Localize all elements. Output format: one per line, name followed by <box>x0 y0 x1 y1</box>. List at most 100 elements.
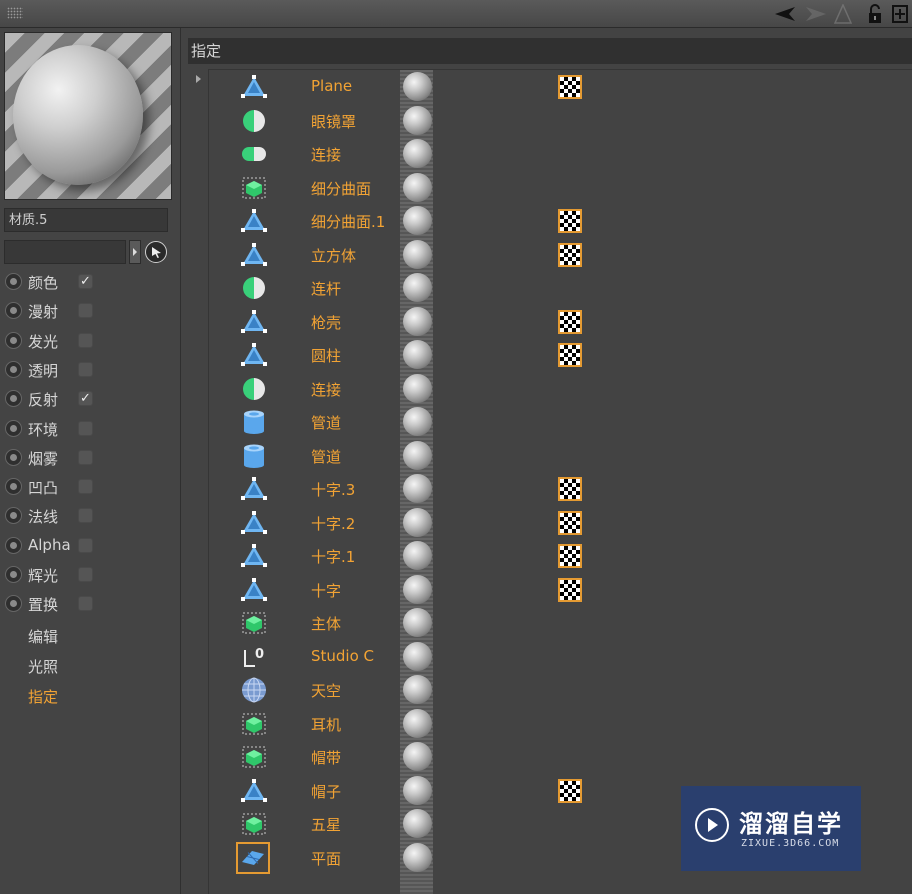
navigate-back-icon[interactable] <box>772 4 798 24</box>
channel-row[interactable]: 辉光 <box>4 563 180 587</box>
channel-checkbox[interactable] <box>78 508 93 524</box>
channel-row[interactable]: 反射 ✓ <box>4 387 180 411</box>
material-tag-icon[interactable] <box>401 338 434 371</box>
object-row[interactable]: 眼镜罩 <box>219 104 909 137</box>
new-panel-icon[interactable] <box>892 4 908 24</box>
material-tag-icon[interactable] <box>401 606 434 639</box>
object-name[interactable]: 管道 <box>311 412 341 433</box>
channel-row[interactable]: 发光 <box>4 329 180 353</box>
material-name-field[interactable]: 材质.5 <box>4 208 168 232</box>
channel-checkbox[interactable] <box>78 449 93 465</box>
object-row[interactable]: 细分曲面 <box>219 171 909 204</box>
object-name[interactable]: 管道 <box>311 446 341 467</box>
object-name[interactable]: 十字.1 <box>311 546 355 567</box>
object-name[interactable]: 天空 <box>311 680 341 701</box>
object-row[interactable]: 十字.2 <box>219 506 909 539</box>
texture-tag-icon[interactable] <box>558 309 582 334</box>
pick-cursor-icon[interactable] <box>145 241 167 263</box>
object-row[interactable]: Plane <box>219 70 909 103</box>
channel-radio-icon[interactable] <box>5 302 22 320</box>
material-tag-icon[interactable] <box>401 305 434 338</box>
channel-radio-icon[interactable] <box>5 273 22 290</box>
channel-radio-icon[interactable] <box>5 331 22 349</box>
channel-row[interactable]: 烟雾 <box>4 446 180 470</box>
object-name[interactable]: Plane <box>311 77 352 95</box>
material-tag-icon[interactable] <box>401 405 434 438</box>
object-row[interactable]: 十字 <box>219 573 909 606</box>
object-row[interactable]: 管道 <box>219 439 909 472</box>
object-row[interactable]: 枪壳 <box>219 305 909 338</box>
navigate-forward-icon[interactable] <box>800 4 830 24</box>
object-row[interactable]: 管道 <box>219 405 909 438</box>
object-name[interactable]: 十字 <box>311 580 341 601</box>
channel-row[interactable]: 漫射 <box>4 299 180 323</box>
expand-arrow-icon[interactable] <box>196 75 201 83</box>
channel-checkbox[interactable] <box>78 479 93 495</box>
channel-radio-icon[interactable] <box>5 595 22 613</box>
channel-radio-icon[interactable] <box>5 360 22 378</box>
texture-tag-icon[interactable] <box>558 75 582 99</box>
texture-tag-icon[interactable] <box>558 577 582 602</box>
channel-checkbox[interactable] <box>78 567 93 582</box>
object-row[interactable]: 0 Studio C <box>219 640 909 673</box>
object-name[interactable]: 枪壳 <box>311 312 341 333</box>
material-tag-icon[interactable] <box>401 707 434 740</box>
texture-tag-icon[interactable] <box>558 209 582 233</box>
material-tag-icon[interactable] <box>401 439 434 472</box>
channel-checkbox[interactable]: ✓ <box>78 391 93 407</box>
channel-row[interactable]: 凹凸 <box>4 475 180 499</box>
object-name[interactable]: 连杆 <box>311 278 341 299</box>
material-tag-icon[interactable] <box>401 807 434 840</box>
material-tag-icon[interactable] <box>401 506 434 539</box>
channel-row[interactable]: 法线 <box>4 504 180 528</box>
object-row[interactable]: 圆柱 <box>219 338 909 371</box>
channel-radio-icon[interactable] <box>5 478 22 496</box>
channel-row[interactable]: 颜色 ✓ <box>4 270 180 294</box>
object-row[interactable]: 帽带 <box>219 740 909 773</box>
channel-checkbox[interactable] <box>78 420 93 436</box>
channel-radio-icon[interactable] <box>5 390 22 408</box>
material-tag-icon[interactable] <box>401 774 434 807</box>
object-name[interactable]: 平面 <box>311 848 341 869</box>
object-row[interactable]: 立方体 <box>219 238 909 271</box>
material-tag-icon[interactable] <box>401 238 434 271</box>
channel-checkbox[interactable] <box>78 303 93 319</box>
channel-row[interactable]: 置换 <box>4 592 180 616</box>
lock-icon[interactable] <box>866 4 884 24</box>
object-row[interactable]: 耳机 <box>219 707 909 740</box>
object-name[interactable]: 连接 <box>311 379 341 400</box>
object-name[interactable]: 十字.3 <box>311 479 355 500</box>
object-name[interactable]: 立方体 <box>311 245 356 266</box>
object-name[interactable]: 主体 <box>311 613 341 634</box>
material-tag-icon[interactable] <box>401 740 434 773</box>
drag-grip-icon[interactable] <box>7 7 23 19</box>
object-name[interactable]: 连接 <box>311 144 341 165</box>
material-sub-tab[interactable]: 编辑 <box>28 626 58 647</box>
material-tag-icon[interactable] <box>401 472 434 505</box>
texture-tag-icon[interactable] <box>558 544 582 568</box>
channel-row[interactable]: 环境 <box>4 417 180 441</box>
channel-checkbox[interactable]: ✓ <box>78 274 93 289</box>
object-row[interactable]: 天空 <box>219 673 909 706</box>
channel-checkbox[interactable] <box>78 361 93 377</box>
object-row[interactable]: 细分曲面.1 <box>219 204 909 237</box>
material-preview[interactable] <box>4 32 172 200</box>
material-tag-icon[interactable] <box>401 640 434 673</box>
texture-tag-icon[interactable] <box>558 477 582 501</box>
channel-radio-icon[interactable] <box>5 536 22 554</box>
object-name[interactable]: 眼镜罩 <box>311 111 356 132</box>
object-name[interactable]: 帽子 <box>311 781 341 802</box>
material-tag-icon[interactable] <box>401 372 434 405</box>
texture-tag-icon[interactable] <box>558 343 582 367</box>
material-sub-tab[interactable]: 指定 <box>28 686 58 707</box>
object-name[interactable]: 五星 <box>311 814 341 835</box>
channel-row[interactable]: Alpha <box>4 534 180 558</box>
material-tag-icon[interactable] <box>401 171 434 204</box>
texture-tag-icon[interactable] <box>558 778 582 803</box>
object-name[interactable]: 十字.2 <box>311 513 355 534</box>
object-row[interactable]: 主体 <box>219 606 909 639</box>
material-tag-icon[interactable] <box>401 70 434 103</box>
channel-checkbox[interactable] <box>78 332 93 348</box>
channel-radio-icon[interactable] <box>5 419 22 437</box>
material-sub-tab[interactable]: 光照 <box>28 656 58 677</box>
